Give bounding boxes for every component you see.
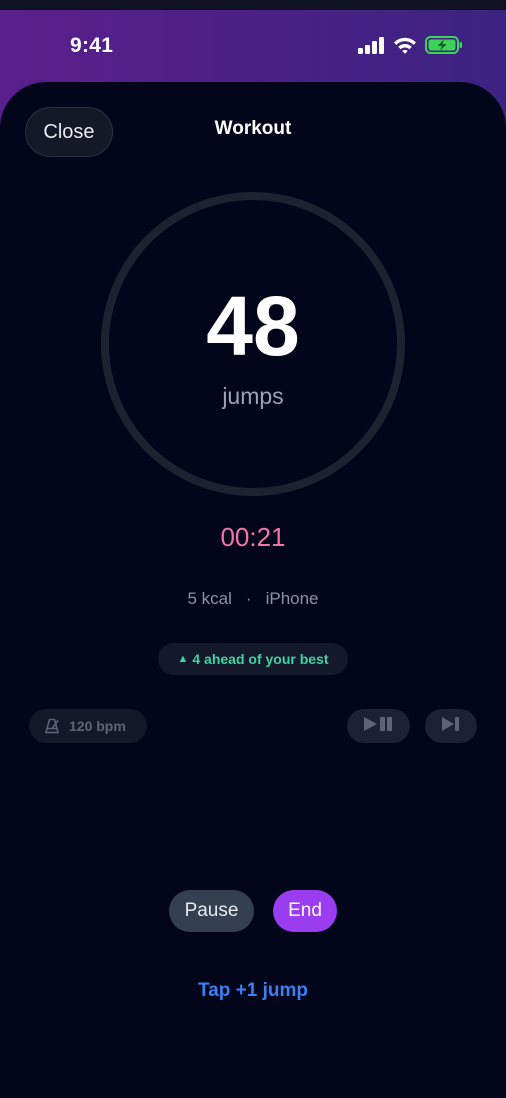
- status-bar: 9:41: [0, 10, 506, 82]
- close-button[interactable]: Close: [25, 107, 113, 157]
- elapsed-timer: 00:21: [220, 522, 286, 552]
- play-pause-icon: [363, 716, 394, 737]
- up-arrow-icon: ▲: [177, 653, 189, 665]
- metronome-icon: [44, 718, 60, 734]
- pause-button[interactable]: Pause: [169, 890, 254, 932]
- skip-forward-button[interactable]: [425, 709, 477, 743]
- jump-count-unit: jumps: [222, 383, 284, 409]
- play-pause-button[interactable]: [347, 709, 410, 743]
- personal-best-text: 4 ahead of your best: [192, 651, 329, 667]
- jump-count: 48: [206, 279, 300, 373]
- battery-charging-icon: [425, 36, 463, 54]
- workout-meta: 5 kcal · iPhone: [103, 589, 403, 609]
- page-title: Workout: [214, 118, 292, 139]
- metronome-bpm-button[interactable]: 120 bpm: [29, 709, 147, 743]
- top-edge-strip: [0, 0, 506, 10]
- tap-plus-one-jump-button[interactable]: Tap +1 jump: [103, 980, 403, 1002]
- status-icons: [358, 36, 463, 54]
- bpm-label: 120 bpm: [69, 718, 126, 734]
- status-time: 9:41: [70, 34, 114, 57]
- personal-best-badge: ▲ 4 ahead of your best: [158, 643, 348, 675]
- device-label: iPhone: [265, 589, 319, 608]
- meta-separator: ·: [245, 589, 252, 608]
- wifi-icon: [393, 36, 417, 54]
- skip-forward-icon: [441, 716, 461, 737]
- cellular-signal-icon: [358, 36, 385, 54]
- calories-label: 5 kcal: [187, 589, 232, 608]
- end-button[interactable]: End: [273, 890, 337, 932]
